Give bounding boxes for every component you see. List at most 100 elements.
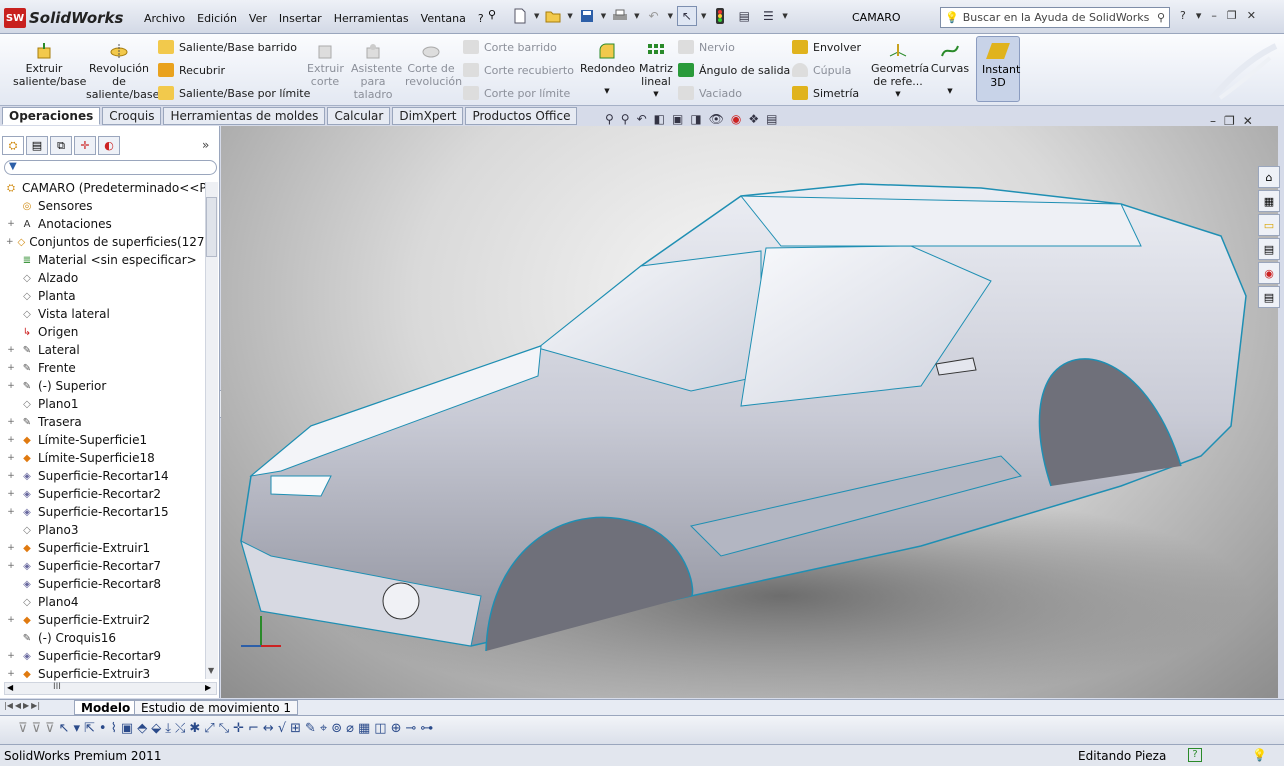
chevron-down-icon[interactable]: ▼ xyxy=(580,85,634,98)
previous-view-icon[interactable]: ↶ xyxy=(637,112,647,126)
new-document-icon[interactable] xyxy=(510,6,530,26)
tree-item[interactable]: + ◈ Superficie-Recortar15 xyxy=(0,503,205,521)
select-icon[interactable]: ↖ xyxy=(59,721,70,736)
tree-item[interactable]: ◇ Vista lateral xyxy=(0,305,205,323)
draft-button[interactable]: Ángulo de salida xyxy=(678,61,790,79)
restore-icon[interactable]: ❐ xyxy=(1227,9,1237,22)
tab-moldes[interactable]: Herramientas de moldes xyxy=(163,107,326,125)
undo-icon[interactable]: ↶ xyxy=(644,6,664,26)
magic-select-icon[interactable]: ⇱ xyxy=(84,721,95,736)
tree-root-camaro[interactable]: ⛭ CAMARO (Predeterminado<<Pre xyxy=(0,179,218,197)
close-icon[interactable]: ✕ xyxy=(1243,114,1253,128)
swept-boss-button[interactable]: Saliente/Base barrido xyxy=(158,38,297,56)
help-search-input[interactable]: 💡 Buscar en la Ayuda de SolidWorks ⚲ xyxy=(940,7,1170,28)
tree-item[interactable]: ◎ Sensores xyxy=(0,197,205,215)
filter-midpoints-icon[interactable]: ⤡ xyxy=(219,721,229,736)
tree-item[interactable]: + ◆ Superficie-Extruir2 xyxy=(0,611,205,629)
expand-toggle-icon[interactable]: + xyxy=(6,381,16,391)
chevron-down-icon[interactable]: ▼ xyxy=(930,85,970,98)
tab-calcular[interactable]: Calcular xyxy=(327,107,391,125)
view-settings-icon[interactable]: ▤ xyxy=(766,112,777,126)
tab-dimxpert[interactable]: DimXpert xyxy=(392,107,464,125)
expand-toggle-icon[interactable]: + xyxy=(6,453,16,463)
tab-modelo[interactable]: Modelo xyxy=(74,700,138,715)
filter-sketch-points-icon[interactable]: ✱ xyxy=(189,721,200,736)
tab-croquis[interactable]: Croquis xyxy=(102,107,162,125)
filter-sketch-segments-icon[interactable]: ⤢ xyxy=(204,721,214,736)
menu-herramientas[interactable]: Herramientas xyxy=(328,10,415,27)
revolve-cut-button[interactable]: Corte de revolución xyxy=(404,42,462,88)
chevron-down-icon[interactable]: ▼ xyxy=(870,88,926,101)
menu-ventana[interactable]: Ventana xyxy=(415,10,472,27)
linear-pattern-button[interactable]: Matriz lineal ▼ xyxy=(638,42,674,101)
tree-item[interactable]: ◇ Plano4 xyxy=(0,593,205,611)
expand-toggle-icon[interactable]: + xyxy=(6,471,16,481)
expand-toggle-icon[interactable]: + xyxy=(6,363,16,373)
zoom-to-fit-icon[interactable]: ⚲ xyxy=(605,112,614,126)
search-icon[interactable]: ⚲ xyxy=(1157,11,1165,24)
scroll-left-icon[interactable]: ◀ xyxy=(7,683,13,692)
filter-datum-targets-icon[interactable]: ⊚ xyxy=(331,721,342,736)
filter-vertices-icon[interactable]: • xyxy=(99,721,107,736)
chevron-down-icon[interactable]: ▼ xyxy=(634,12,639,20)
filter-axes-icon[interactable]: ⤓ xyxy=(165,721,171,736)
filter-dowel-pins-icon[interactable]: ⊕ xyxy=(391,721,402,736)
feature-tree-tab-icon[interactable]: ⛭ xyxy=(2,136,24,155)
tree-item[interactable]: + ✎ (-) Superior xyxy=(0,377,205,395)
filter-weld-symbols-icon[interactable]: ⌖ xyxy=(320,721,327,736)
next-tab-icon[interactable]: ▶ xyxy=(23,701,29,710)
tree-item[interactable]: + ◈ Superficie-Recortar2 xyxy=(0,485,205,503)
pin-icon[interactable]: ⚲ xyxy=(488,8,496,21)
rib-button[interactable]: Nervio xyxy=(678,38,735,56)
scroll-down-icon[interactable]: ▼ xyxy=(208,666,214,675)
dome-button[interactable]: Cúpula xyxy=(792,61,851,79)
tree-item[interactable]: ◇ Alzado xyxy=(0,269,205,287)
hide-show-items-icon[interactable]: 👁 xyxy=(709,112,724,126)
extrude-cut-button[interactable]: Extruir corte xyxy=(306,42,344,88)
minimize-icon[interactable]: – xyxy=(1210,114,1216,128)
tree-item[interactable]: + ✎ Frente xyxy=(0,359,205,377)
filter-routing-points-icon[interactable]: ⊶ xyxy=(420,721,433,736)
scroll-thumb[interactable] xyxy=(206,197,217,257)
view-palette-icon[interactable]: ▤ xyxy=(1258,238,1280,260)
expand-toggle-icon[interactable]: + xyxy=(6,507,16,517)
filter-centerline-icon[interactable]: ⌐ xyxy=(248,721,259,736)
menu-ver[interactable]: Ver xyxy=(243,10,273,27)
expand-toggle-icon[interactable]: + xyxy=(6,561,16,571)
tree-item[interactable]: + ◆ Límite-Superficie1 xyxy=(0,431,205,449)
menu-archivo[interactable]: Archivo xyxy=(138,10,191,27)
hscroll-thumb[interactable]: III xyxy=(53,682,61,692)
expand-toggle-icon[interactable]: + xyxy=(6,435,16,445)
expand-toggle-icon[interactable]: + xyxy=(6,237,14,247)
tree-item[interactable]: ◈ Superficie-Recortar8 xyxy=(0,575,205,593)
expand-panel-icon[interactable]: » xyxy=(202,138,209,152)
save-icon[interactable] xyxy=(577,6,597,26)
custom-properties-icon[interactable]: ▤ xyxy=(1258,286,1280,308)
mirror-button[interactable]: Simetría xyxy=(792,84,859,102)
tree-horizontal-scrollbar[interactable]: ◀ III ▶ xyxy=(4,682,217,695)
expand-toggle-icon[interactable]: + xyxy=(6,417,16,427)
tree-item[interactable]: + ◆ Superficie-Extruir3 xyxy=(0,665,205,683)
tree-item[interactable]: + ◆ Superficie-Extruir1 xyxy=(0,539,205,557)
filter-notes-icon[interactable]: ✎ xyxy=(305,721,316,736)
filter-datum-features-icon[interactable]: ◫ xyxy=(374,721,386,736)
tree-item[interactable]: + ◈ Superficie-Recortar7 xyxy=(0,557,205,575)
tree-item[interactable]: ≣ Material <sin especificar> xyxy=(0,251,205,269)
curves-button[interactable]: Curvas ▼ xyxy=(930,42,970,98)
chevron-down-icon[interactable]: ▾ xyxy=(1196,9,1202,22)
select-chevron-icon[interactable]: ▾ xyxy=(73,721,80,736)
chevron-down-icon[interactable]: ▼ xyxy=(701,12,706,20)
expand-toggle-icon[interactable]: + xyxy=(6,669,16,679)
solidworks-resources-icon[interactable]: ⌂ xyxy=(1258,166,1280,188)
revolve-boss-button[interactable]: Revolución de saliente/base xyxy=(84,42,159,101)
view-orientation-icon[interactable]: ▣ xyxy=(672,112,683,126)
tab-operaciones[interactable]: Operaciones xyxy=(2,107,101,125)
tree-item[interactable]: ↳ Origen xyxy=(0,323,205,341)
tree-item[interactable]: ✎ (-) Croquis16 xyxy=(0,629,205,647)
close-icon[interactable]: ✕ xyxy=(1247,9,1256,22)
tree-item[interactable]: + ✎ Trasera xyxy=(0,413,205,431)
minimize-icon[interactable]: – xyxy=(1211,9,1217,22)
filter-planes-icon[interactable]: ⤯ xyxy=(175,721,185,736)
scroll-right-icon[interactable]: ▶ xyxy=(205,683,211,692)
select-filter-icon[interactable]: ⊽ xyxy=(18,721,28,736)
